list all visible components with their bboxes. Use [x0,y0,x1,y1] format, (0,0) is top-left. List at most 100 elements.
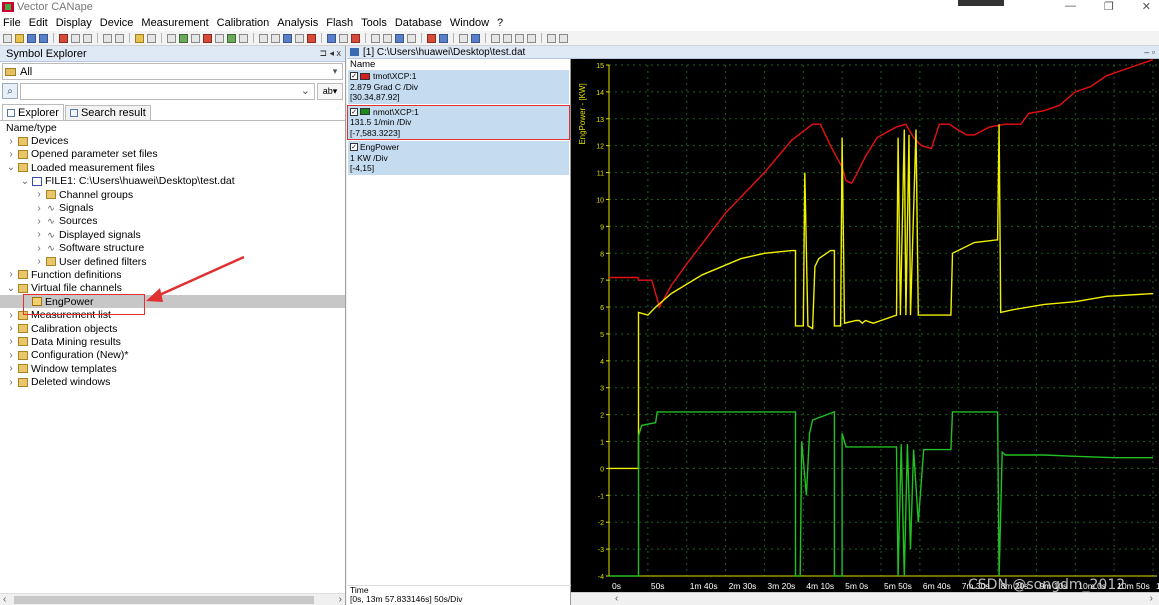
zoom-icon[interactable] [491,33,500,43]
nav-forward-icon[interactable] [559,33,568,43]
tree-item[interactable]: › Window templates [0,362,345,375]
panel-controls[interactable]: ⊐ ◂ x [319,48,341,59]
cursor-icon[interactable] [407,33,416,43]
text-icon[interactable] [339,33,348,43]
start-icon[interactable] [179,33,188,43]
channel-checkbox[interactable]: ✓ [350,107,358,116]
download-icon[interactable] [271,33,280,43]
graph-icon[interactable] [307,33,316,43]
chevron-right-icon[interactable]: › [6,350,16,361]
signal-graph[interactable]: 1514131211109876543210-1-2-3-4EngPower -… [571,59,1159,592]
chevron-right-icon[interactable]: › [6,149,16,160]
folder-icon[interactable] [135,33,144,43]
stop-icon[interactable] [215,33,224,43]
tree-item[interactable]: › Calibration objects [0,322,345,335]
wave-icon[interactable] [439,33,448,43]
chevron-right-icon[interactable]: › [6,323,16,334]
tab-explorer[interactable]: Explorer [2,104,64,120]
save-all-icon[interactable] [39,33,48,43]
scroll-left-icon[interactable]: ‹ [3,594,6,605]
redo-icon[interactable] [115,33,124,43]
channel-entry[interactable]: ✓ tmot\XCP:1 2.879 Grad C /Div [30.34,87.… [348,70,569,104]
chevron-down-icon[interactable]: ⌄ [6,162,16,173]
menu-device[interactable]: Device [100,17,134,29]
chevron-right-icon[interactable]: › [34,216,44,227]
new-icon[interactable] [3,33,12,43]
save-icon[interactable] [27,33,36,43]
tree-item[interactable]: › Devices [0,134,345,147]
tree-item[interactable]: › Configuration (New)* [0,349,345,362]
search-options-button[interactable]: ab▾ [317,82,343,100]
menu-calibration[interactable]: Calibration [217,17,270,29]
fit-icon[interactable] [471,33,480,43]
tree-item[interactable]: › User defined filters [0,255,345,268]
chevron-right-icon[interactable]: › [34,229,44,240]
scroll-left-icon[interactable]: ‹ [615,593,618,604]
chevron-down-icon[interactable]: ⌄ [6,283,16,294]
signal-icon[interactable] [427,33,436,43]
menu-file[interactable]: File [3,17,21,29]
grid-icon[interactable] [371,33,380,43]
pause-icon[interactable] [191,33,200,43]
window-icon[interactable] [83,33,92,43]
minimize-icon[interactable]: — [1065,0,1076,13]
tree-item[interactable]: › ∿ Displayed signals [0,228,345,241]
help-icon[interactable] [527,33,536,43]
chevron-right-icon[interactable]: › [6,377,16,388]
scroll-right-icon[interactable]: › [1150,593,1153,604]
graph-horizontal-scrollbar[interactable]: ‹ › [571,592,1159,605]
undo-icon[interactable] [103,33,112,43]
search-icon[interactable]: ⌕ [2,83,18,99]
tree-item[interactable]: › Deleted windows [0,375,345,388]
device-icon[interactable] [59,33,68,43]
chart-icon[interactable] [327,33,336,43]
graphic-window-controls[interactable]: – ▫ [1144,47,1155,57]
record-icon[interactable] [203,33,212,43]
tab-search-result[interactable]: Search result [64,105,151,120]
calibrate-icon[interactable] [259,33,268,43]
axis-icon[interactable] [459,33,468,43]
layout-icon[interactable] [383,33,392,43]
filter-dropdown[interactable]: All ▾ [2,63,343,80]
chevron-right-icon[interactable]: › [34,203,44,214]
channel-checkbox[interactable]: ✓ [350,143,358,152]
menu-flash[interactable]: Flash [326,17,353,29]
menu-display[interactable]: Display [56,17,92,29]
scroll-right-icon[interactable]: › [339,594,342,605]
marker-icon[interactable] [351,33,360,43]
tree-item[interactable]: ⌄ Loaded measurement files [0,161,345,174]
list-icon[interactable] [295,33,304,43]
chevron-down-icon[interactable]: ▾ [328,66,342,77]
tree-item[interactable]: ⌄ FILE1: C:\Users\huawei\Desktop\test.dat [0,175,345,188]
config-icon[interactable] [239,33,248,43]
properties-icon[interactable] [147,33,156,43]
channel-entry[interactable]: ✓ EngPower 1 KW /Div [-4,15] [348,141,569,175]
scroll-thumb[interactable] [14,596,314,604]
tree-item[interactable]: › ∿ Software structure [0,242,345,255]
search-input[interactable] [20,82,315,100]
menu-tools[interactable]: Tools [361,17,387,29]
tree-item[interactable]: › ∿ Signals [0,201,345,214]
chevron-right-icon[interactable]: › [34,256,44,267]
display-icon[interactable] [283,33,292,43]
menu-help[interactable]: ? [497,17,503,29]
menu-edit[interactable]: Edit [29,17,48,29]
tree-item[interactable]: › Channel groups [0,188,345,201]
print-icon[interactable] [71,33,80,43]
channel-checkbox[interactable]: ✓ [350,72,358,81]
menu-measurement[interactable]: Measurement [141,17,208,29]
chevron-right-icon[interactable]: › [34,189,44,200]
menu-analysis[interactable]: Analysis [277,17,318,29]
chevron-right-icon[interactable]: › [6,363,16,374]
chevron-down-icon[interactable]: ⌄ [20,176,30,187]
chevron-right-icon[interactable]: › [34,243,44,254]
chevron-right-icon[interactable]: › [6,336,16,347]
channel-entry[interactable]: ✓ nmot\XCP:1 131.5 1/min /Div [-7,583.322… [347,104,570,140]
tree-item[interactable]: › Function definitions [0,268,345,281]
chevron-right-icon[interactable]: › [6,269,16,280]
tree-item[interactable]: › ∿ Sources [0,215,345,228]
tree-item[interactable]: › Data Mining results [0,335,345,348]
chevron-right-icon[interactable]: › [6,136,16,147]
maximize-icon[interactable]: ❐ [1104,0,1114,13]
close-icon[interactable]: ✕ [1142,0,1151,13]
